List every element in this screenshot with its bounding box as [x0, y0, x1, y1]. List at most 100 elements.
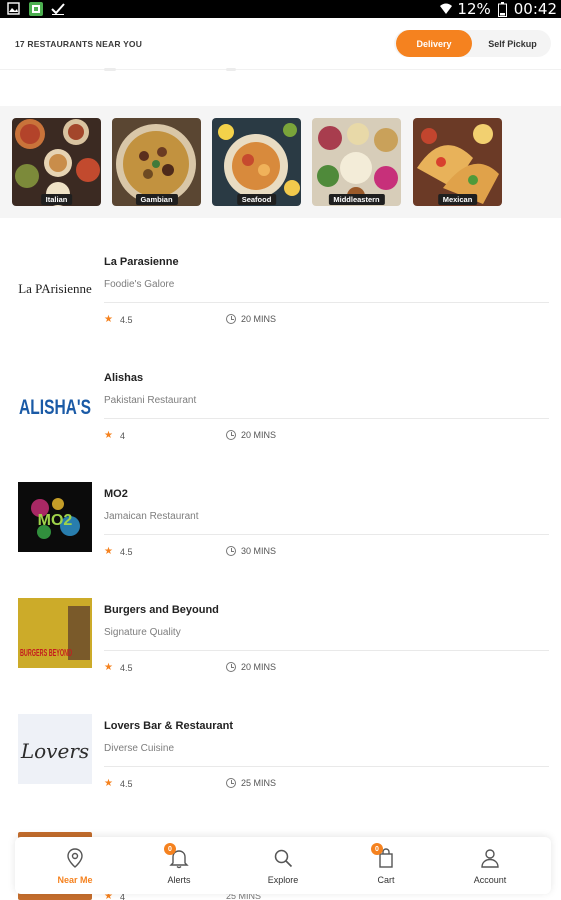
clock-icon: [226, 430, 236, 440]
clock-time: 00:42: [513, 0, 557, 18]
nav-label: Explore: [267, 875, 299, 885]
restaurant-count: 17 RESTAURANTS NEAR YOU: [15, 39, 143, 49]
delivery-button[interactable]: Delivery: [396, 30, 472, 57]
restaurant-subtitle: Jamaican Restaurant: [104, 511, 199, 522]
scrolled-content-remnant: [104, 68, 116, 71]
nav-alerts[interactable]: 0 Alerts: [139, 843, 219, 889]
clock-icon: [226, 314, 236, 324]
delivery-time: 25 MINS: [226, 778, 276, 788]
cuisine-card-italian[interactable]: Italian: [12, 118, 101, 206]
restaurant-row-la-parasienne[interactable]: La PArisienne La Parasienne Foodie's Gal…: [0, 218, 561, 334]
status-bar: 12% 00:42: [0, 0, 561, 18]
svg-text:ALISHA'S: ALISHA'S: [19, 396, 91, 419]
gallery-notification-icon: [6, 1, 21, 16]
cuisine-label: Italian: [40, 194, 73, 205]
restaurant-name: Burgers and Beyound: [104, 604, 219, 616]
restaurant-name: La Parasienne: [104, 256, 179, 268]
bell-icon: 0: [164, 843, 190, 869]
cuisine-carousel[interactable]: Italian Gambian Seafood Middleastern Mex…: [0, 106, 561, 218]
self-pickup-button[interactable]: Self Pickup: [474, 30, 551, 57]
restaurant-name: MO2: [104, 488, 128, 500]
restaurant-row-mo2[interactable]: MO2 MO2 Jamaican Restaurant ★ 4.5 30 MINS: [0, 450, 561, 566]
svg-text:La PArisienne: La PArisienne: [18, 281, 92, 296]
divider: [104, 650, 549, 651]
location-pin-icon: [64, 847, 86, 869]
clock-icon: [226, 778, 236, 788]
app-notification-icon: [28, 1, 43, 16]
middleastern-food-image: [312, 118, 401, 206]
bottom-navigation: Near Me 0 Alerts Explore 0 Cart Account: [15, 837, 551, 894]
nav-label: Account: [473, 875, 507, 885]
star-icon: ★: [104, 430, 113, 441]
divider: [104, 766, 549, 767]
svg-text:Lovers: Lovers: [20, 739, 89, 763]
nav-label: Near Me: [57, 875, 93, 885]
restaurant-logo: MO2: [18, 482, 92, 552]
restaurant-logo: La PArisienne: [18, 250, 92, 320]
divider: [104, 418, 549, 419]
delivery-time: 20 MINS: [226, 314, 276, 324]
restaurant-rating: ★ 4.5: [104, 314, 133, 325]
nav-label: Alerts: [167, 875, 191, 885]
cart-icon: 0: [371, 843, 397, 869]
wifi-icon: [438, 2, 453, 17]
top-header: 17 RESTAURANTS NEAR YOU Delivery Self Pi…: [0, 18, 561, 70]
nav-near-me[interactable]: Near Me: [35, 847, 115, 889]
nav-cart[interactable]: 0 Cart: [346, 843, 426, 889]
cuisine-label: Gambian: [135, 194, 178, 205]
restaurant-row-alishas[interactable]: ALISHA'S Alishas Pakistani Restaurant ★ 4…: [0, 334, 561, 450]
star-icon: ★: [104, 314, 113, 325]
restaurant-subtitle: Signature Quality: [104, 627, 181, 638]
cuisine-card-middleastern[interactable]: Middleastern: [312, 118, 401, 206]
cuisine-card-mexican[interactable]: Mexican: [413, 118, 502, 206]
gambian-food-image: [112, 118, 201, 206]
svg-text:BURGERS BEYOND: BURGERS BEYOND: [20, 648, 72, 659]
cuisine-card-seafood[interactable]: Seafood: [212, 118, 301, 206]
divider: [104, 534, 549, 535]
star-icon: ★: [104, 546, 113, 557]
delivery-time: 20 MINS: [226, 430, 276, 440]
clock-icon: [226, 546, 236, 556]
app-screen: { "status_bar": { "battery": "12%", "tim…: [0, 0, 561, 900]
restaurant-rating: ★ 4.5: [104, 662, 133, 673]
restaurant-rating: ★ 4: [104, 430, 125, 441]
cuisine-label: Seafood: [236, 194, 277, 205]
user-icon: [479, 847, 501, 869]
restaurant-logo: Lovers: [18, 714, 92, 784]
battery-percent: 12%: [457, 0, 491, 18]
cuisine-label: Middleastern: [328, 194, 385, 205]
restaurant-rating: ★ 4.5: [104, 778, 133, 789]
italian-food-image: [12, 118, 101, 206]
nav-account[interactable]: Account: [450, 847, 530, 889]
check-notification-icon: [50, 1, 65, 16]
delivery-time: 20 MINS: [226, 662, 276, 672]
seafood-food-image: [212, 118, 301, 206]
restaurant-name: Alishas: [104, 372, 144, 384]
restaurant-logo: BURGERS BEYOND: [18, 598, 92, 668]
battery-icon: [495, 1, 510, 17]
restaurant-subtitle: Pakistani Restaurant: [104, 395, 197, 406]
restaurant-row-lovers-bar[interactable]: Lovers Lovers Bar & Restaurant Diverse C…: [0, 682, 561, 798]
delivery-time: 30 MINS: [226, 546, 276, 556]
restaurant-subtitle: Foodie's Galore: [104, 279, 175, 290]
nav-label: Cart: [377, 875, 395, 885]
restaurant-logo: ALISHA'S: [18, 366, 92, 436]
restaurant-row-burgers-and-beyound[interactable]: BURGERS BEYOND Burgers and Beyound Signa…: [0, 566, 561, 682]
nav-explore[interactable]: Explore: [243, 847, 323, 889]
divider: [104, 302, 549, 303]
star-icon: ★: [104, 662, 113, 673]
alerts-badge: 0: [164, 843, 176, 855]
cuisine-label: Mexican: [437, 194, 478, 205]
cuisine-card-gambian[interactable]: Gambian: [112, 118, 201, 206]
cart-badge: 0: [371, 843, 383, 855]
restaurant-rating: ★ 4.5: [104, 546, 133, 557]
restaurant-name: Lovers Bar & Restaurant: [104, 720, 233, 732]
scrolled-content-remnant: [226, 68, 236, 71]
search-icon: [272, 847, 294, 869]
svg-text:MO2: MO2: [38, 512, 73, 529]
star-icon: ★: [104, 778, 113, 789]
clock-icon: [226, 662, 236, 672]
delivery-mode-toggle[interactable]: Delivery Self Pickup: [394, 30, 551, 57]
restaurant-subtitle: Diverse Cuisine: [104, 743, 175, 754]
mexican-food-image: [413, 118, 502, 206]
